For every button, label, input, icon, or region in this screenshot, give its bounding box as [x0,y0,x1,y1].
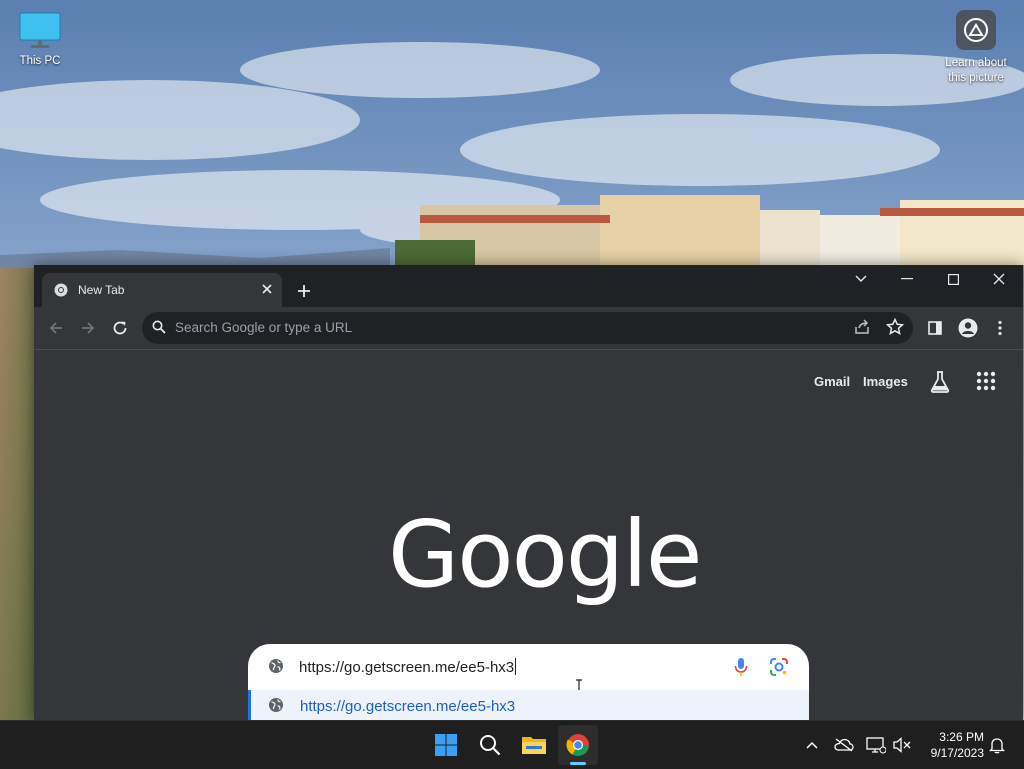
taskbar: 3:26 PM 9/17/2023 [0,720,1024,769]
monitor-icon [19,10,61,50]
maximize-icon [947,273,959,285]
chrome-window: New Tab Search Google or type a URL Gmai… [34,265,1023,720]
minimize-icon [901,278,913,280]
new-tab-button[interactable] [291,278,317,304]
side-panel-button[interactable] [921,314,949,342]
reload-button[interactable] [106,314,134,342]
file-explorer-button[interactable] [514,725,554,765]
voice-search-mic-icon[interactable] [734,657,748,677]
address-bar[interactable]: Search Google or type a URL [142,312,913,344]
clock-time: 3:26 PM [939,730,984,744]
kebab-menu-icon [998,320,1002,336]
tab-close-button[interactable] [257,279,277,299]
taskbar-search-button[interactable] [470,725,510,765]
share-icon[interactable] [853,318,871,336]
search-input[interactable]: https://go.getscreen.me/ee5-hx3 [299,658,516,676]
clock[interactable]: 3:26 PM 9/17/2023 [918,729,984,761]
windows-start-icon [435,734,457,756]
chrome-icon [566,734,589,756]
camera-info-icon [956,10,996,50]
start-button[interactable] [426,725,466,765]
search-icon [480,735,501,756]
chevron-down-icon [855,275,867,282]
plus-icon [298,285,310,297]
minimize-button[interactable] [884,265,930,293]
globe-icon [269,659,283,673]
search-icon [152,320,166,334]
chrome-menu-button[interactable] [986,314,1014,342]
chevron-up-icon [806,741,818,749]
bell-icon [989,738,1005,754]
volume-muted-icon [893,737,911,753]
autocomplete-suggestion[interactable]: https://go.getscreen.me/ee5-hx3 [248,690,809,720]
network-tray-button[interactable] [864,733,888,757]
arrow-right-icon [82,322,95,334]
bookmark-star-icon[interactable] [886,318,904,336]
close-icon [993,273,1005,285]
tab-new-tab[interactable]: New Tab [42,273,282,307]
chrome-favicon-icon [54,283,68,297]
onedrive-tray-button[interactable] [832,733,856,757]
reload-icon [113,321,127,335]
google-apps-grid-icon[interactable] [976,371,996,391]
learn-about-picture-icon[interactable]: Learn about this picture [936,10,1016,86]
gmail-link[interactable]: Gmail [814,374,850,389]
network-icon [866,737,886,754]
close-window-button[interactable] [976,265,1022,293]
images-link[interactable]: Images [863,374,908,389]
google-logo: Google [388,501,702,608]
title-bar: New Tab [34,265,1023,307]
back-button[interactable] [42,314,70,342]
tab-search-button[interactable] [838,265,884,293]
learn-label-line1: Learn about [945,57,1007,69]
notifications-button[interactable] [985,733,1009,757]
volume-tray-button[interactable] [890,733,914,757]
toolbar: Search Google or type a URL [34,307,1023,350]
side-panel-icon [928,321,942,335]
suggestion-url: https://go.getscreen.me/ee5-hx3 [300,698,516,715]
labs-flask-icon[interactable] [928,370,952,394]
arrow-left-icon [49,322,62,334]
tab-title: New Tab [78,283,125,297]
address-bar-placeholder: Search Google or type a URL [175,320,353,335]
clock-date: 9/17/2023 [930,746,984,760]
forward-button[interactable] [74,314,102,342]
new-tab-page: Gmail Images Google https://go.getscreen… [34,350,1023,720]
cloud-offline-icon [834,738,854,752]
search-box[interactable]: https://go.getscreen.me/ee5-hx3 https://… [248,644,809,720]
show-hidden-icons-button[interactable] [800,733,824,757]
profile-button[interactable] [954,314,982,342]
close-icon [262,284,272,294]
this-pc-desktop-icon[interactable]: This PC [8,10,72,69]
folder-icon [522,737,546,754]
chrome-taskbar-button[interactable] [558,725,598,765]
maximize-button[interactable] [930,265,976,293]
google-lens-icon[interactable] [769,657,789,677]
this-pc-label: This PC [19,55,61,67]
learn-label-line2: this picture [948,72,1004,84]
active-app-indicator [570,762,586,765]
profile-avatar-icon [958,318,978,338]
globe-icon [269,698,283,712]
